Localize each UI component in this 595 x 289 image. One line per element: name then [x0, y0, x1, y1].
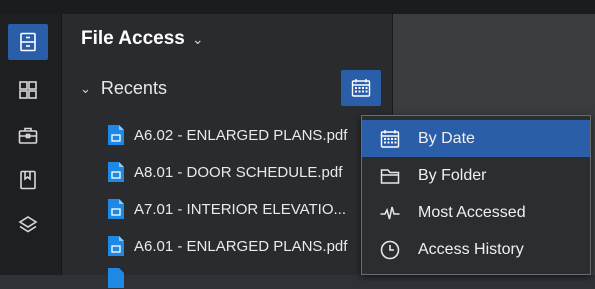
calendar-icon [380, 129, 400, 148]
rail-grid-button[interactable] [8, 72, 48, 108]
pdf-file-icon [108, 162, 124, 182]
sort-dropdown-menu: By Date By Folder Most Accessed Access H… [361, 115, 591, 275]
menu-item-label: By Date [418, 129, 475, 147]
left-rail [0, 14, 62, 275]
file-name: A8.01 - DOOR SCHEDULE.pdf [134, 163, 343, 181]
file-name: A6.02 - ENLARGED PLANS.pdf [134, 126, 348, 144]
panel-title-label: File Access [81, 28, 185, 49]
chevron-down-icon: ⌄ [191, 30, 204, 47]
rail-file-access-button[interactable] [8, 24, 48, 60]
bookmark-book-icon [20, 170, 36, 190]
rail-toolbox-button[interactable] [8, 117, 48, 153]
menu-item-label: Most Accessed [418, 203, 526, 221]
recent-file-item[interactable]: A6.02 - ENLARGED PLANS.pdf [108, 124, 362, 146]
panel-title[interactable]: File Access ⌄ [81, 28, 204, 50]
clock-icon [380, 240, 400, 259]
pdf-file-icon [108, 236, 124, 256]
recent-file-item[interactable]: A8.01 - DOOR SCHEDULE.pdf [108, 161, 362, 183]
menu-item-by-folder[interactable]: By Folder [362, 157, 590, 194]
recent-file-item-partial[interactable] [108, 267, 362, 289]
calendar-icon [351, 79, 371, 97]
grid-icon [19, 81, 37, 99]
recent-file-item[interactable]: A6.01 - ENLARGED PLANS.pdf [108, 235, 362, 257]
pdf-file-icon [108, 199, 124, 219]
recents-section-toggle[interactable]: ⌄ Recents [80, 78, 167, 99]
file-name: A6.01 - ENLARGED PLANS.pdf [134, 237, 348, 255]
pdf-file-icon [108, 268, 124, 288]
menu-item-most-accessed[interactable]: Most Accessed [362, 194, 590, 231]
file-cabinet-icon [20, 32, 36, 52]
rail-bookmark-button[interactable] [8, 162, 48, 198]
pdf-file-icon [108, 125, 124, 145]
top-bar [0, 0, 595, 14]
layers-icon [18, 216, 38, 233]
menu-item-by-date[interactable]: By Date [362, 120, 590, 157]
folder-icon [380, 168, 400, 184]
menu-item-label: Access History [418, 240, 524, 258]
pulse-icon [380, 206, 400, 219]
recents-label: Recents [100, 78, 167, 98]
rail-layers-button[interactable] [8, 207, 48, 243]
toolbox-icon [18, 127, 38, 144]
sort-by-date-button[interactable] [341, 70, 381, 106]
menu-item-label: By Folder [418, 166, 487, 184]
menu-item-access-history[interactable]: Access History [362, 231, 590, 268]
file-name: A7.01 - INTERIOR ELEVATIO... [134, 200, 346, 218]
recent-file-item[interactable]: A7.01 - INTERIOR ELEVATIO... [108, 198, 362, 220]
chevron-down-icon: ⌄ [80, 80, 91, 96]
